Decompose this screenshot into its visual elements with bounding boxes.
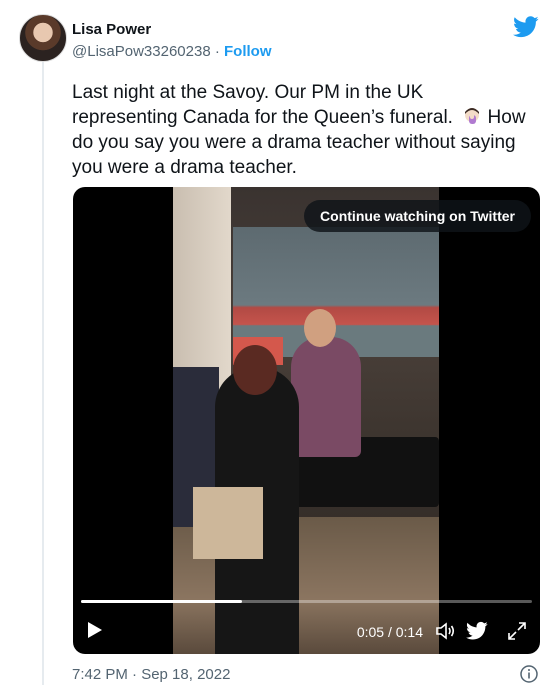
- play-icon[interactable]: [87, 621, 103, 639]
- author-name[interactable]: Lisa Power: [72, 21, 151, 38]
- video-frame: [173, 187, 439, 654]
- tweet-text-line-1: Last night at the Savoy. Our PM in the U…: [72, 82, 453, 128]
- video-time: 0:05 / 0:14: [356, 624, 423, 640]
- author-handle-row: @LisaPow33260238 · Follow: [72, 43, 272, 60]
- separator: ·: [214, 43, 220, 60]
- video-progress-fill: [81, 600, 242, 603]
- tweet-text: Last night at the Savoy. Our PM in the U…: [72, 80, 532, 180]
- twitter-logo-icon[interactable]: [466, 620, 488, 642]
- follow-button[interactable]: Follow: [224, 43, 272, 60]
- facepalm-emoji-icon: [465, 108, 480, 124]
- thread-line: [42, 58, 44, 685]
- tweet-timestamp[interactable]: 7:42 PM · Sep 18, 2022: [72, 666, 230, 683]
- volume-icon[interactable]: [434, 620, 456, 642]
- twitter-bird-icon[interactable]: [513, 16, 539, 38]
- video-progress-bar[interactable]: [81, 600, 532, 603]
- author-handle[interactable]: @LisaPow33260238: [72, 43, 211, 60]
- continue-watching-button[interactable]: Continue watching on Twitter: [304, 200, 531, 232]
- expand-icon[interactable]: [506, 620, 528, 642]
- video-player[interactable]: Continue watching on Twitter 0:05 / 0:14: [73, 187, 540, 654]
- avatar[interactable]: [19, 14, 67, 62]
- info-icon[interactable]: [519, 664, 539, 684]
